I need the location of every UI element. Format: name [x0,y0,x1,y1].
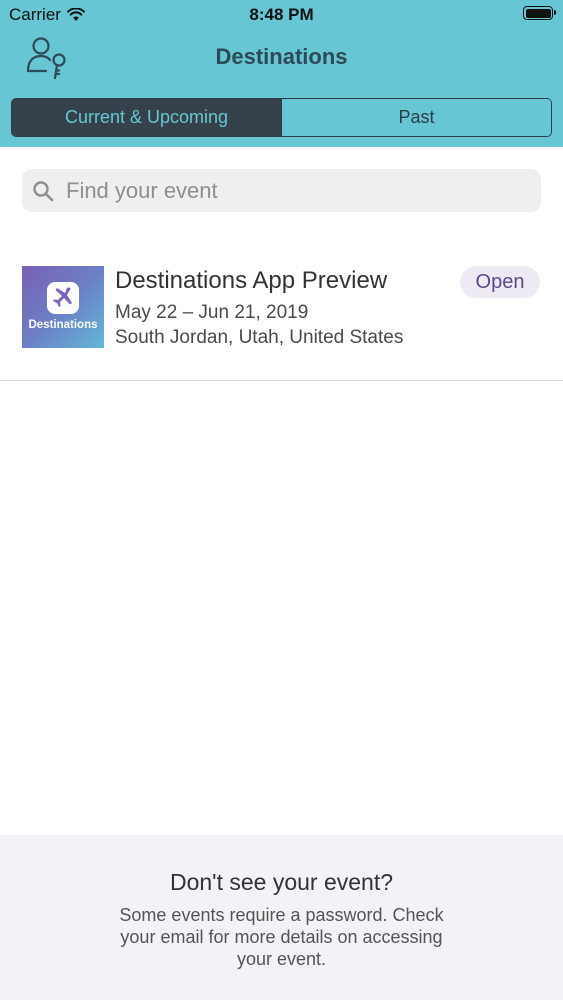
header-bar: Carrier 8:48 PM Destinations Current & U… [0,0,563,147]
tab-current-upcoming[interactable]: Current & Upcoming [12,99,281,136]
event-list-item[interactable]: Destinations Destinations App Preview Ma… [0,238,563,381]
plane-badge-icon [47,282,79,314]
search-input[interactable] [64,176,508,205]
status-badge: Open [460,266,540,298]
event-title: Destinations App Preview [115,267,388,294]
search-bar[interactable] [22,169,541,212]
tab-past[interactable]: Past [281,99,551,136]
event-logo-text: Destinations [28,319,98,331]
footer-message: Some events require a password. Check yo… [119,905,444,969]
footer-title: Don't see your event? [169,869,394,895]
event-location: South Jordan, Utah, United States [115,327,404,348]
clock: 8:48 PM [249,5,314,24]
plane-icon [53,287,72,307]
page-title: Destinations [215,44,348,69]
search-icon [33,180,54,201]
event-dates: May 22 – Jun 21, 2019 [115,302,309,323]
help-footer: Don't see your event? Some events requir… [0,835,563,1000]
segmented-control: Current & Upcoming Past [11,98,552,137]
battery-icon [523,6,556,20]
event-logo: Destinations [22,266,104,348]
status-bar: Carrier 8:48 PM [0,0,563,30]
